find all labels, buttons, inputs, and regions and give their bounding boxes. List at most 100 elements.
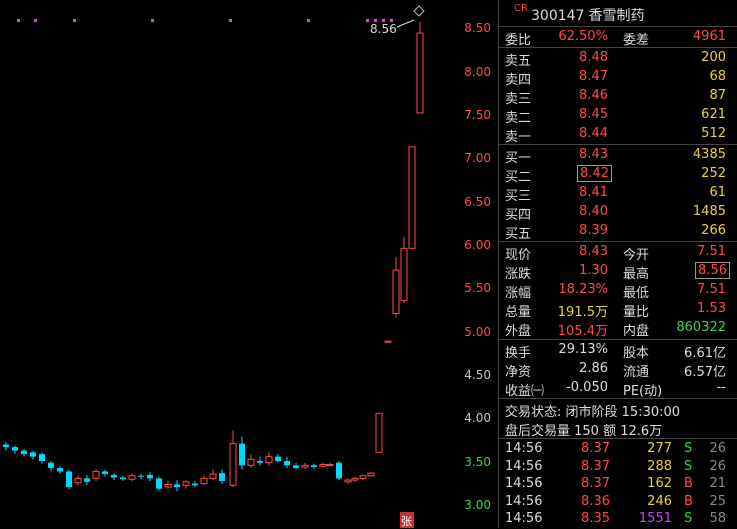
trade-status: 交易状态: 闭市阶段 15:30:00 bbox=[505, 405, 681, 420]
candle-body bbox=[111, 474, 117, 478]
candle-body bbox=[257, 461, 263, 463]
diamond-icon[interactable] bbox=[413, 5, 425, 17]
tick-volume: 246 bbox=[647, 493, 672, 509]
fund-label: 净资 bbox=[505, 365, 532, 380]
y-tick: 7.00 bbox=[464, 151, 491, 165]
candle-body bbox=[301, 464, 309, 468]
tick-side: B bbox=[684, 476, 693, 491]
diff-value: 4961 bbox=[692, 29, 726, 44]
candle-body bbox=[3, 444, 9, 448]
tick-side: B bbox=[684, 493, 693, 509]
fund-label: 换手 bbox=[505, 346, 532, 361]
fund-row: 净资 2.86 流通 6.57亿 bbox=[499, 360, 737, 380]
candle-body bbox=[275, 456, 281, 461]
quote-label: 涨幅 bbox=[505, 286, 532, 301]
quote-value: 1.30 bbox=[579, 263, 608, 278]
bid-row[interactable]: 买五 8.39 266 bbox=[499, 222, 737, 242]
quote-panel: CR 300147 香雪制药 委比 62.50% 委差 4961 卖五 8.48 … bbox=[498, 0, 737, 528]
candle-body bbox=[182, 481, 190, 486]
ask-price: 8.47 bbox=[579, 69, 608, 84]
fund-value: 29.13% bbox=[558, 342, 608, 357]
ask-row[interactable]: 卖一 8.44 512 bbox=[499, 125, 737, 145]
quote-label: 现价 bbox=[505, 248, 532, 263]
fund-label: 流通 bbox=[623, 365, 650, 380]
y-tick: 5.00 bbox=[464, 325, 491, 339]
candle-body bbox=[12, 447, 18, 451]
candle-body bbox=[336, 462, 342, 479]
ask-label: 卖一 bbox=[505, 130, 532, 145]
ask-price: 8.46 bbox=[579, 88, 608, 103]
candle-body bbox=[128, 475, 136, 480]
candlestick-chart[interactable]: 8.50 8.00 7.50 7.00 6.50 6.00 5.50 5.00 … bbox=[0, 0, 497, 528]
candle-body bbox=[311, 465, 317, 468]
quote-value: 8.56 bbox=[695, 262, 730, 279]
ratio-value: 62.50% bbox=[558, 29, 608, 44]
candle-body bbox=[219, 473, 225, 481]
ask-label: 卖四 bbox=[505, 73, 532, 88]
stock-tag: CR bbox=[514, 3, 528, 14]
fund-label: 股本 bbox=[623, 346, 650, 361]
candle-body bbox=[229, 443, 237, 486]
bid-row[interactable]: 买一 8.43 4385 bbox=[499, 146, 737, 166]
quote-label: 最高 bbox=[623, 267, 650, 282]
tick-row[interactable]: 14:56 8.37 288 S 26 bbox=[499, 458, 737, 477]
candle-body bbox=[120, 477, 126, 480]
candle-body bbox=[416, 32, 424, 114]
tick-side: S bbox=[684, 511, 693, 526]
tick-row[interactable]: 14:56 8.37 162 B 21 bbox=[499, 475, 737, 494]
tick-count: 21 bbox=[709, 476, 726, 491]
candle-body bbox=[359, 475, 367, 479]
ask-price: 8.45 bbox=[579, 107, 608, 122]
quote-label: 今开 bbox=[623, 248, 650, 263]
y-tick: 4.50 bbox=[464, 368, 491, 382]
tick-row[interactable]: 14:56 8.35 1551 S 58 bbox=[499, 510, 737, 529]
tick-volume: 288 bbox=[647, 458, 672, 474]
quote-value: 191.5万 bbox=[557, 305, 608, 320]
candle-body bbox=[351, 477, 359, 481]
candle-body bbox=[102, 471, 108, 475]
bid-row[interactable]: 买三 8.41 61 bbox=[499, 184, 737, 204]
diff-label: 委差 bbox=[623, 33, 650, 48]
ask-row[interactable]: 卖三 8.46 87 bbox=[499, 87, 737, 107]
candle-body bbox=[84, 478, 90, 482]
candle-body bbox=[319, 463, 327, 467]
tick-time: 14:56 bbox=[505, 493, 543, 509]
quote-row: 涨跌 1.30 最高 8.56 bbox=[499, 262, 737, 282]
quote-label: 总量 bbox=[505, 305, 532, 320]
stock-header: CR 300147 香雪制药 bbox=[499, 0, 737, 27]
tick-row[interactable]: 14:56 8.37 277 S 26 bbox=[499, 440, 737, 459]
candle-body bbox=[239, 443, 245, 466]
tick-time: 14:56 bbox=[505, 458, 543, 474]
ask-volume: 512 bbox=[701, 126, 726, 141]
bid-volume: 1485 bbox=[692, 204, 726, 219]
candle-body bbox=[39, 454, 45, 461]
bid-volume: 4385 bbox=[692, 147, 726, 162]
candle-body bbox=[384, 340, 392, 343]
y-axis: 8.50 8.00 7.50 7.00 6.50 6.00 5.50 5.00 … bbox=[464, 21, 491, 512]
ask-row[interactable]: 卖二 8.45 621 bbox=[499, 106, 737, 126]
bid-price: 8.41 bbox=[579, 185, 608, 200]
order-ratio-row: 委比 62.50% 委差 4961 bbox=[499, 28, 737, 48]
bid-row[interactable]: 买四 8.40 1485 bbox=[499, 203, 737, 223]
trade-status-row: 交易状态: 闭市阶段 15:30:00 bbox=[499, 400, 737, 420]
ask-volume: 87 bbox=[709, 88, 726, 103]
quote-value: 18.23% bbox=[558, 282, 608, 297]
candle-body bbox=[138, 475, 144, 477]
tick-price: 8.35 bbox=[581, 511, 610, 526]
quote-value: 1.53 bbox=[697, 301, 726, 316]
bid-price: 8.40 bbox=[579, 204, 608, 219]
tick-row[interactable]: 14:56 8.36 246 B 25 bbox=[499, 493, 737, 512]
y-tick: 6.00 bbox=[464, 238, 491, 252]
fund-value: -- bbox=[716, 380, 726, 395]
bid-row[interactable]: 买二 8.42 252 bbox=[499, 165, 737, 185]
candle-body bbox=[326, 463, 334, 466]
tick-volume: 277 bbox=[647, 441, 672, 456]
quote-value: 105.4万 bbox=[557, 324, 608, 339]
ask-row[interactable]: 卖五 8.48 200 bbox=[499, 49, 737, 69]
ask-row[interactable]: 卖四 8.47 68 bbox=[499, 68, 737, 88]
tick-price: 8.37 bbox=[581, 458, 610, 474]
y-tick: 8.50 bbox=[464, 21, 491, 35]
fund-value: 6.57亿 bbox=[684, 365, 726, 380]
candle-body bbox=[209, 473, 217, 479]
tick-side: S bbox=[684, 441, 693, 456]
